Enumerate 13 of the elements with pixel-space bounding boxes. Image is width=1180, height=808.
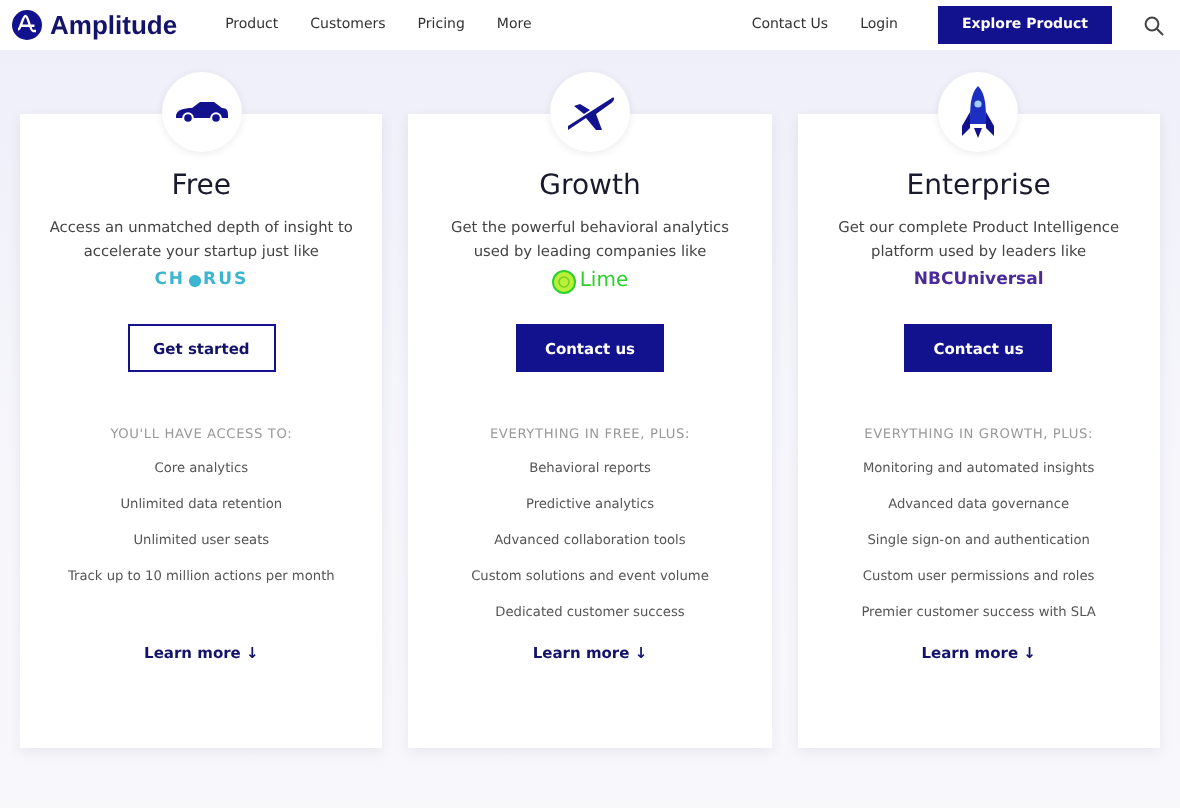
lime-logo-icon	[551, 269, 576, 294]
car-icon	[173, 100, 230, 124]
logo-icon	[12, 10, 42, 40]
search-icon[interactable]	[1144, 15, 1164, 35]
airplane-icon	[563, 92, 616, 132]
plan-title: Enterprise	[904, 170, 1053, 204]
customer-logo: NBCUniversal	[913, 268, 1044, 295]
plan-title: Free	[169, 170, 234, 204]
rocket-icon	[960, 84, 997, 140]
customer-logo: CH RUS	[154, 268, 249, 295]
customer-logo: Lime	[579, 268, 629, 297]
plan-title: Growth	[537, 170, 643, 204]
brand-name[interactable]: Amplitude	[50, 5, 178, 45]
